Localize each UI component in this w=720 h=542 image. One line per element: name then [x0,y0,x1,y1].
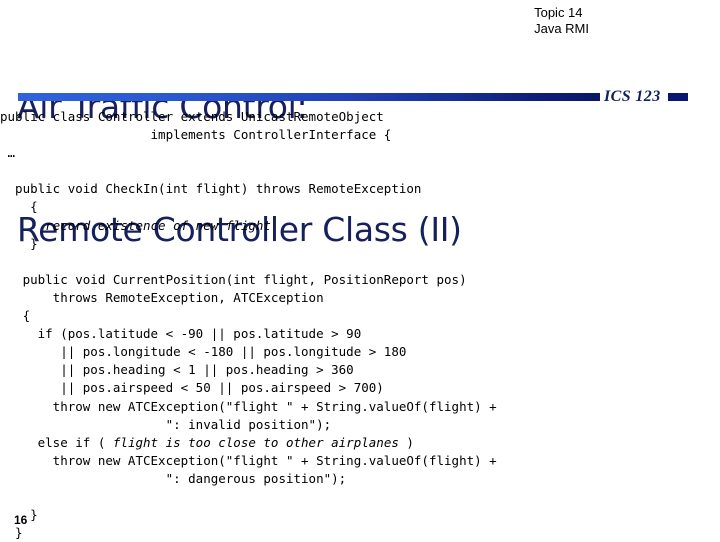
code-block: public class Controller extends UnicastR… [0,108,720,542]
code-line: record existence of new flight [0,217,271,233]
code-line: ": dangerous position"); [0,470,347,486]
code-line: public void CheckIn(int flight) throws R… [0,181,422,197]
code-line: throw new ATCException("flight " + Strin… [0,398,497,414]
code-line: throw new ATCException("flight " + Strin… [0,452,497,468]
code-line: ": invalid position"); [0,416,332,432]
slide: Air Traffic Control: Remote Controller C… [0,0,720,540]
code-line: public class Controller extends UnicastR… [0,109,384,124]
code-line: if (pos.latitude < -90 || pos.latitude >… [0,326,362,342]
code-line: { [0,308,31,324]
code-line: else if ( flight is too close to other a… [0,434,414,450]
code-line: || pos.longitude < -180 || pos.longitude… [0,344,407,360]
code-line: implements ControllerInterface { [0,127,392,143]
header-divider: ICS 123 [0,88,720,106]
course-label: ICS 123 [604,88,661,105]
topic-block: Topic 14 Java RMI [534,5,589,37]
code-line: public void CurrentPosition(int flight, … [0,271,467,287]
code-line: } [0,507,38,523]
divider-gradient-bar [18,93,600,101]
topic-subject: Java RMI [534,21,589,36]
code-line: { [0,199,38,215]
code-line: … [0,145,16,161]
code-pseudocode-fragment: flight is too close to other airplanes [112,434,399,450]
code-line: || pos.airspeed < 50 || pos.airspeed > 7… [0,380,384,396]
code-line: } [0,525,23,541]
divider-end-square [668,93,688,101]
page-number: 16 [14,513,28,527]
code-line: || pos.heading < 1 || pos.heading > 360 [0,362,354,378]
code-line: } [0,235,38,251]
code-line: throws RemoteException, ATCException [0,289,324,305]
topic-number: Topic 14 [534,5,583,20]
